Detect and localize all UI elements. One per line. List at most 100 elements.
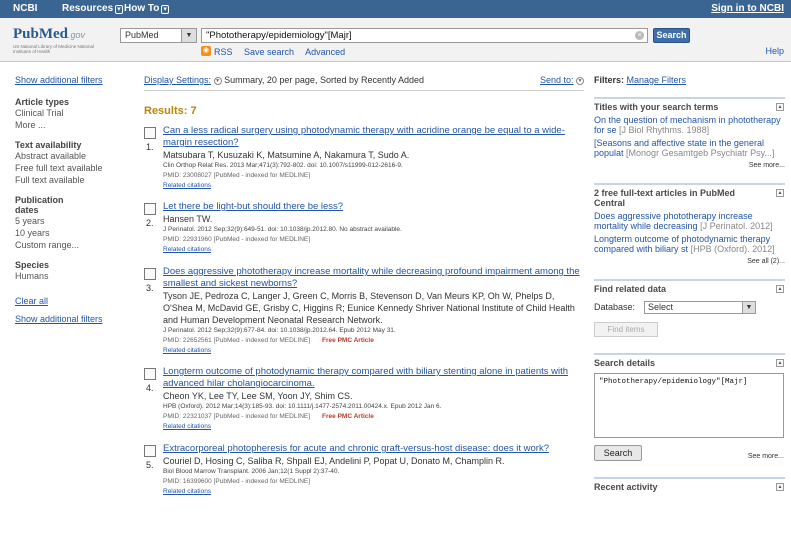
result-title-link[interactable]: Does aggressive phototherapy increase mo… [163, 266, 584, 290]
collapse-icon[interactable]: ▲ [776, 483, 784, 491]
related-citations-link[interactable]: Related citations [163, 245, 584, 254]
title-result-2[interactable]: [Seasons and affective state in the gene… [594, 138, 785, 158]
chevron-down-icon: ▼ [181, 29, 196, 42]
result-pmid-line: PMID: 22931960 [PubMed - indexed for MED… [163, 235, 584, 245]
chevron-down-icon[interactable]: ▼ [213, 76, 222, 85]
filter-abstract[interactable]: Abstract available [15, 150, 127, 162]
search-button[interactable]: Search [653, 28, 690, 43]
related-citations-link[interactable]: Related citations [163, 422, 584, 431]
result-pmid: PMID: 16399600 [PubMed - indexed for MED… [163, 478, 311, 485]
send-to-label: Send to: [539, 75, 574, 85]
find-related-heading: Find related data [594, 284, 667, 294]
search-details-button[interactable]: Search [594, 445, 642, 461]
advanced-link[interactable]: Advanced [305, 47, 345, 57]
rss-icon[interactable]: ◉ [201, 46, 211, 56]
result-title-link[interactable]: Longterm outcome of photodynamic therapy… [163, 366, 584, 390]
result-pmid-line: PMID: 22321037 [PubMed - indexed for MED… [163, 412, 584, 422]
show-filters-link[interactable]: Show additional filters [15, 75, 127, 85]
clear-all-link[interactable]: Clear all [15, 296, 127, 306]
filter-free-full-text[interactable]: Free full text available [15, 162, 127, 174]
filter-10-years[interactable]: 10 years [15, 227, 127, 239]
filter-sidebar: Show additional filters Article types Cl… [15, 75, 127, 324]
sign-in-link[interactable]: Sign in to NCBI [711, 3, 784, 14]
result-journal: HPB (Oxford). 2012 Mar;14(3):185-93. doi… [163, 403, 442, 410]
see-more-details-link[interactable]: See more... [748, 453, 784, 460]
related-citations-link[interactable]: Related citations [163, 181, 584, 190]
related-citations-link[interactable]: Related citations [163, 487, 584, 496]
species-heading: Species [15, 260, 50, 270]
result-checkbox[interactable] [144, 127, 156, 139]
result-title-link[interactable]: Let there be light-but should there be l… [163, 201, 584, 213]
database-row: Database: Select ▼ [594, 301, 785, 316]
find-related-box: Find related data ▲ Database: Select ▼ F… [594, 279, 785, 337]
free-pmc-badge[interactable]: Free PMC Article [322, 413, 374, 420]
related-database-value: Select [648, 302, 674, 312]
find-items-button[interactable]: Find items [594, 322, 658, 337]
chevron-down-icon: ▼ [742, 302, 755, 313]
ncbi-logo[interactable]: NCBI [13, 3, 37, 14]
search-header: PubMed.gov US National Library of Medici… [0, 18, 791, 62]
send-to-menu[interactable]: Send to: ▼ [540, 75, 584, 85]
result-journal: Biol Blood Marrow Transplant. 2006 Jan;1… [163, 468, 340, 475]
result-pmid: PMID: 22931960 [PubMed - indexed for MED… [163, 236, 311, 243]
see-more-link[interactable]: See more... [594, 162, 785, 169]
resources-menu[interactable]: Resources ▾ [62, 3, 123, 14]
result-title-link[interactable]: Can a less radical surgery using photody… [163, 125, 584, 149]
search-term: "Phototherapy/epidemiology"[Majr] [206, 30, 352, 41]
result-checkbox[interactable] [144, 268, 156, 280]
result-checkbox[interactable] [144, 368, 156, 380]
rss-link[interactable]: RSS [214, 47, 233, 57]
result-journal: J Perinatol. 2012 Sep;32(9):677-84. doi:… [163, 327, 396, 334]
collapse-icon[interactable]: ▲ [776, 285, 784, 293]
result-number: 4. [146, 383, 154, 393]
howto-label: How To [124, 3, 160, 14]
collapse-icon[interactable]: ▲ [776, 189, 784, 197]
result-checkbox[interactable] [144, 203, 156, 215]
result-title-link[interactable]: Extracorporeal photopheresis for acute a… [163, 443, 584, 455]
filter-clinical-trial[interactable]: Clinical Trial [15, 107, 127, 119]
result-item: 3. Does aggressive phototherapy increase … [144, 266, 584, 355]
filter-more[interactable]: More ... [15, 119, 127, 131]
title-result-1[interactable]: On the question of mechanism in photothe… [594, 115, 785, 135]
howto-menu[interactable]: How To ▾ [124, 3, 169, 14]
title-result-2-source: [Monogr Gesamtgeb Psychiatr Psy...] [626, 148, 775, 158]
result-number: 5. [146, 460, 154, 470]
filter-custom-range[interactable]: Custom range... [15, 239, 127, 251]
search-details-textarea[interactable]: "Phototherapy/epidemiology"[Majr] [594, 373, 784, 438]
save-search-link[interactable]: Save search [244, 47, 294, 57]
related-citations-link[interactable]: Related citations [163, 346, 584, 355]
logo-subtitle: US National Library of Medicine National… [13, 44, 95, 54]
search-input[interactable]: "Phototherapy/epidemiology"[Majr] × [201, 28, 648, 43]
result-pmid-line: PMID: 23008027 [PubMed - indexed for MED… [163, 171, 584, 181]
result-checkbox[interactable] [144, 445, 156, 457]
free-result-1[interactable]: Does aggressive phototherapy increase mo… [594, 211, 785, 231]
chevron-down-icon: ▼ [576, 76, 584, 85]
collapse-icon[interactable]: ▲ [776, 103, 784, 111]
free-result-2[interactable]: Longterm outcome of photodynamic therapy… [594, 234, 785, 254]
database-value: PubMed [125, 30, 159, 40]
show-filters-link-2[interactable]: Show additional filters [15, 314, 127, 324]
ncbi-top-bar: NCBI Resources ▾ How To ▾ Sign in to NCBI [0, 0, 791, 18]
result-pmid-line: PMID: 16399600 [PubMed - indexed for MED… [163, 477, 584, 487]
clear-icon[interactable]: × [635, 31, 644, 40]
filters-label: Filters: [594, 75, 625, 85]
filter-humans[interactable]: Humans [15, 270, 127, 282]
recent-activity-box: Recent activity ▲ [594, 477, 785, 492]
manage-filters-link[interactable]: Manage Filters [627, 75, 687, 85]
see-all-link[interactable]: See all (2)... [594, 258, 785, 265]
result-authors: Cheon YK, Lee TY, Lee SM, Yoon JY, Shim … [163, 391, 353, 401]
free-result-1-source: [J Perinatol. 2012] [700, 221, 773, 231]
pubmed-logo[interactable]: PubMed.gov US National Library of Medici… [13, 26, 103, 54]
recent-activity-heading: Recent activity [594, 482, 658, 492]
related-database-select[interactable]: Select ▼ [644, 301, 756, 314]
filter-full-text[interactable]: Full text available [15, 174, 127, 186]
result-item: 5. Extracorporeal photopheresis for acute… [144, 443, 584, 496]
free-pmc-badge[interactable]: Free PMC Article [322, 337, 374, 344]
search-details-heading: Search details [594, 358, 656, 368]
database-select[interactable]: PubMed ▼ [120, 28, 197, 43]
title-result-1-source: [J Biol Rhythms. 1988] [619, 125, 710, 135]
collapse-icon[interactable]: ▲ [776, 359, 784, 367]
display-settings-link[interactable]: Display Settings: [144, 75, 211, 85]
help-link[interactable]: Help [765, 46, 784, 56]
filter-5-years[interactable]: 5 years [15, 215, 127, 227]
